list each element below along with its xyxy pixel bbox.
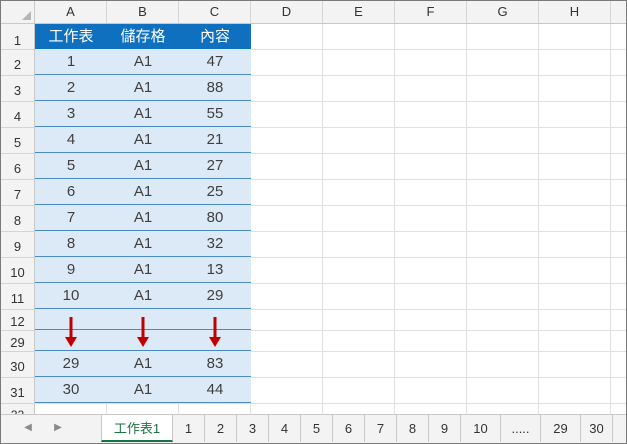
table-cell[interactable]: 29 bbox=[179, 283, 251, 309]
header-cell-sheet[interactable]: 工作表 bbox=[35, 24, 107, 49]
table-cell[interactable]: 13 bbox=[179, 257, 251, 283]
sheet-tab[interactable]: 7 bbox=[365, 415, 397, 442]
table-cell[interactable]: 80 bbox=[179, 205, 251, 231]
table-cell[interactable]: 8 bbox=[35, 231, 107, 257]
row-header-1[interactable]: 1 bbox=[1, 24, 34, 50]
down-arrow-icon bbox=[65, 317, 77, 347]
row-header-3[interactable]: 3 bbox=[1, 76, 34, 102]
row-header-32[interactable]: 32 bbox=[1, 404, 34, 414]
row-header-10[interactable]: 10 bbox=[1, 258, 34, 284]
header-cell-cell[interactable]: 儲存格 bbox=[107, 24, 179, 49]
select-all-corner[interactable] bbox=[1, 1, 35, 23]
table-cell[interactable]: 44 bbox=[179, 377, 251, 403]
table-cell[interactable]: 7 bbox=[35, 205, 107, 231]
table-cell[interactable]: A1 bbox=[107, 283, 179, 309]
sheet-tab[interactable]: 10 bbox=[461, 415, 501, 442]
table-cell[interactable]: 47 bbox=[179, 49, 251, 75]
table-cell[interactable]: A1 bbox=[107, 153, 179, 179]
table-cell[interactable]: A1 bbox=[107, 101, 179, 127]
table-cell[interactable]: A1 bbox=[107, 75, 179, 101]
column-header-f[interactable]: F bbox=[395, 1, 467, 23]
sheet-tab-active[interactable]: 工作表1 bbox=[101, 415, 173, 442]
table-cell[interactable]: 25 bbox=[179, 179, 251, 205]
sheet-tab[interactable]: 4 bbox=[269, 415, 301, 442]
row-header-31[interactable]: 31 bbox=[1, 378, 34, 404]
down-arrow-icon bbox=[137, 317, 149, 347]
table-cell[interactable]: 83 bbox=[179, 351, 251, 377]
table-cell[interactable]: A1 bbox=[107, 257, 179, 283]
table-cell[interactable]: 1 bbox=[35, 49, 107, 75]
column-header-g[interactable]: G bbox=[467, 1, 539, 23]
table-cell[interactable]: 2 bbox=[35, 75, 107, 101]
row-header-4[interactable]: 4 bbox=[1, 102, 34, 128]
scroll-tabs-right-icon[interactable]: ▶ bbox=[51, 422, 65, 433]
table-cell[interactable]: 4 bbox=[35, 127, 107, 153]
table-cell[interactable]: A1 bbox=[107, 49, 179, 75]
table-cell[interactable]: 30 bbox=[35, 377, 107, 403]
row-header-6[interactable]: 6 bbox=[1, 154, 34, 180]
table-cell[interactable]: 32 bbox=[179, 231, 251, 257]
column-header-c[interactable]: C bbox=[179, 1, 251, 23]
sheet-tab[interactable]: 30 bbox=[581, 415, 613, 442]
scroll-tabs-left-icon[interactable]: ◀ bbox=[21, 422, 35, 433]
column-header-e[interactable]: E bbox=[323, 1, 395, 23]
select-all-triangle-icon bbox=[22, 11, 31, 20]
table-cell[interactable]: A1 bbox=[107, 377, 179, 403]
table-cell[interactable]: A1 bbox=[107, 231, 179, 257]
table-cell[interactable]: A1 bbox=[107, 127, 179, 153]
sheet-tab[interactable]: 8 bbox=[397, 415, 429, 442]
header-cell-content[interactable]: 內容 bbox=[179, 24, 251, 49]
row-header-11[interactable]: 11 bbox=[1, 284, 34, 310]
row-header-2[interactable]: 2 bbox=[1, 50, 34, 76]
column-header-b[interactable]: B bbox=[107, 1, 179, 23]
sheet-tab[interactable]: ..... bbox=[501, 415, 541, 442]
table-cell[interactable]: A1 bbox=[107, 179, 179, 205]
table-cell[interactable]: 88 bbox=[179, 75, 251, 101]
column-header-bar: A B C D E F G H bbox=[1, 1, 626, 24]
table-cell[interactable]: A1 bbox=[107, 205, 179, 231]
sheet-tab[interactable]: 9 bbox=[429, 415, 461, 442]
table-cell[interactable]: A1 bbox=[107, 351, 179, 377]
row-header-7[interactable]: 7 bbox=[1, 180, 34, 206]
down-arrow-icon bbox=[209, 317, 221, 347]
sheet-tab[interactable]: 5 bbox=[301, 415, 333, 442]
table-cell[interactable]: 21 bbox=[179, 127, 251, 153]
row-header-29[interactable]: 29 bbox=[1, 331, 34, 352]
row-header-12[interactable]: 12 bbox=[1, 310, 34, 331]
column-header-h[interactable]: H bbox=[539, 1, 611, 23]
table-cell[interactable]: 5 bbox=[35, 153, 107, 179]
sheet-tab[interactable]: 29 bbox=[541, 415, 581, 442]
sheet-tab-bar: ◀ ▶ 工作表1 1 2 3 4 5 6 7 8 9 10..... 29 30 bbox=[1, 414, 626, 443]
table-cell[interactable]: 3 bbox=[35, 101, 107, 127]
table-cell[interactable]: 10 bbox=[35, 283, 107, 309]
row-header-5[interactable]: 5 bbox=[1, 128, 34, 154]
table-cell[interactable]: 55 bbox=[179, 101, 251, 127]
row-header-8[interactable]: 8 bbox=[1, 206, 34, 232]
row-header-9[interactable]: 9 bbox=[1, 232, 34, 258]
sheet-tab[interactable]: 2 bbox=[205, 415, 237, 442]
table-cell[interactable]: 29 bbox=[35, 351, 107, 377]
row-header-30[interactable]: 30 bbox=[1, 352, 34, 378]
table-cell[interactable]: 6 bbox=[35, 179, 107, 205]
table-cell[interactable]: 9 bbox=[35, 257, 107, 283]
row-header-bar: 1 2 3 4 5 6 7 8 9 10 11 12 29 30 31 32 bbox=[1, 24, 35, 414]
column-header-d[interactable]: D bbox=[251, 1, 323, 23]
cell-grid[interactable]: 工作表 儲存格 內容 1 A1 47 2 A1 88 3 A1 55 4 A1 21 5 A1 27 6 A1 2… bbox=[35, 24, 626, 414]
column-header-a[interactable]: A bbox=[35, 1, 107, 23]
sheet-tab[interactable]: 3 bbox=[237, 415, 269, 442]
table-cell[interactable]: 27 bbox=[179, 153, 251, 179]
sheet-tab[interactable]: 6 bbox=[333, 415, 365, 442]
spreadsheet-window: A B C D E F G H 1 2 3 4 5 6 7 8 9 10 11 … bbox=[0, 0, 627, 444]
sheet-tab[interactable]: 1 bbox=[173, 415, 205, 442]
